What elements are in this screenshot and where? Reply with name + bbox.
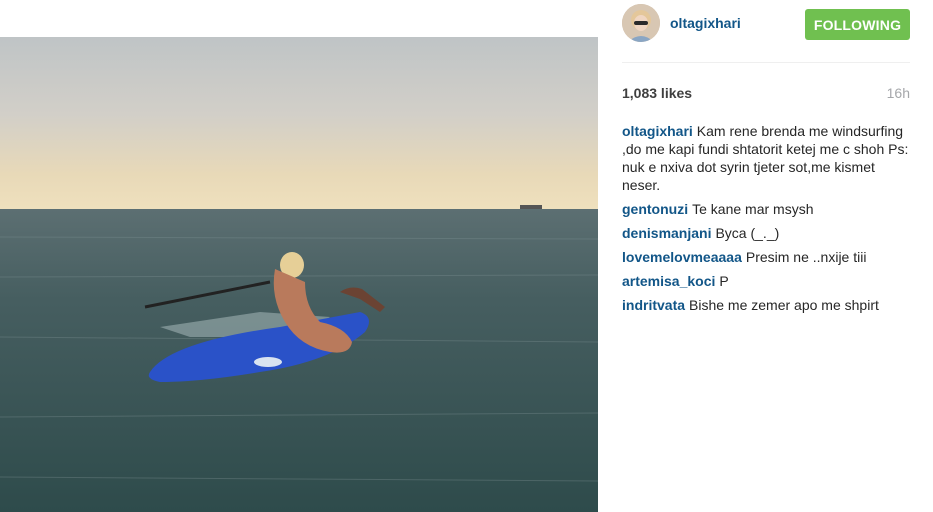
post-image bbox=[0, 37, 598, 512]
comment-text: Byca (_._) bbox=[715, 225, 780, 241]
post-time[interactable]: 16h bbox=[887, 85, 910, 101]
comment-author[interactable]: artemisa_koci bbox=[622, 273, 715, 289]
comment-item: artemisa_koci P bbox=[622, 272, 912, 290]
comment-author[interactable]: indritvata bbox=[622, 297, 685, 313]
comment-author[interactable]: oltagixhari bbox=[622, 123, 693, 139]
comment-author[interactable]: lovemelovmeaaaa bbox=[622, 249, 742, 265]
comment-author[interactable]: denismanjani bbox=[622, 225, 711, 241]
comment-item: gentonuzi Te kane mar msysh bbox=[622, 200, 912, 218]
comment-caption: oltagixhari Kam rene brenda me windsurfin… bbox=[622, 122, 912, 194]
comment-list: oltagixhari Kam rene brenda me windsurfin… bbox=[622, 122, 912, 320]
comment-text: Te kane mar msysh bbox=[692, 201, 814, 217]
comment-item: lovemelovmeaaaa Presim ne ..nxije tiii bbox=[622, 248, 912, 266]
post-header: oltagixhari FOLLOWING bbox=[598, 0, 933, 62]
comment-item: indritvata Bishe me zemer apo me shpirt bbox=[622, 296, 912, 314]
avatar[interactable] bbox=[622, 4, 660, 42]
comment-item: denismanjani Byca (_._) bbox=[622, 224, 912, 242]
divider bbox=[622, 62, 910, 63]
likes-count[interactable]: 1,083 likes bbox=[622, 85, 692, 101]
username-link[interactable]: oltagixhari bbox=[670, 15, 741, 31]
post-sidebar: oltagixhari FOLLOWING 1,083 likes 16h ol… bbox=[598, 0, 933, 512]
comment-author[interactable]: gentonuzi bbox=[622, 201, 688, 217]
comment-text: Bishe me zemer apo me shpirt bbox=[689, 297, 879, 313]
following-button[interactable]: FOLLOWING bbox=[805, 9, 910, 40]
comment-text: Presim ne ..nxije tiii bbox=[745, 249, 867, 265]
comment-text: P bbox=[719, 273, 729, 289]
post-photo[interactable] bbox=[0, 37, 598, 512]
